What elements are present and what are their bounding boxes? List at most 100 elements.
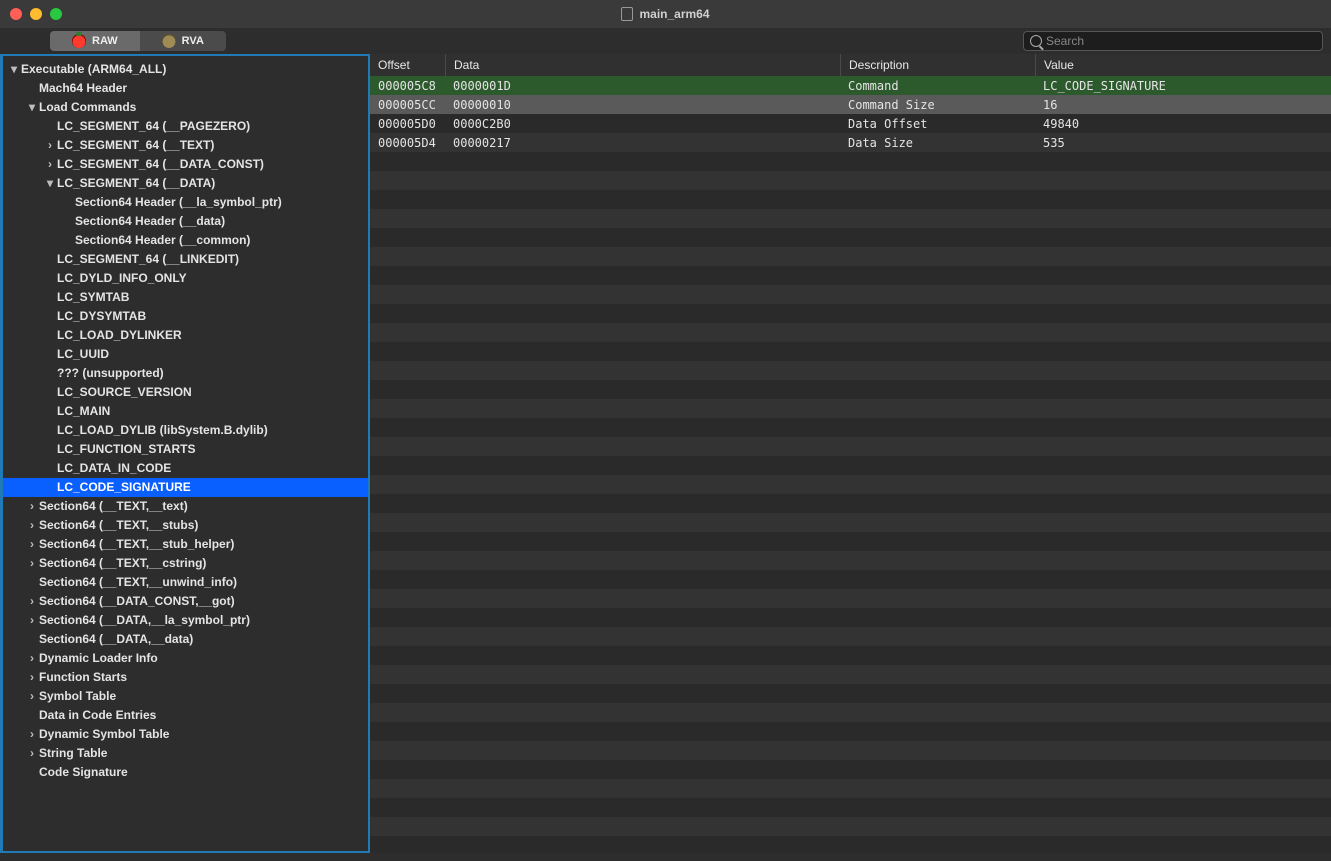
empty-row [370,285,1331,304]
chevron-right-icon[interactable]: › [25,554,39,573]
table-row[interactable]: 000005CC00000010Command Size16 [370,95,1331,114]
chevron-down-icon[interactable]: ▾ [25,98,39,117]
table-row[interactable]: 000005C80000001DCommandLC_CODE_SIGNATURE [370,76,1331,95]
tree-item-label: LC_DYLD_INFO_ONLY [57,269,187,288]
search-input[interactable] [1046,34,1316,48]
tree-item-label: Section64 (__TEXT,__stubs) [39,516,198,535]
tree-item[interactable]: ▾Section64 Header (__la_symbol_ptr) [3,193,368,212]
tree-item[interactable]: ›Section64 (__DATA_CONST,__got) [3,592,368,611]
empty-row [370,209,1331,228]
tree-item[interactable]: ▾LC_DYLD_INFO_ONLY [3,269,368,288]
tree-item[interactable]: ▾Code Signature [3,763,368,782]
tree-item-label: LC_SYMTAB [57,288,129,307]
chevron-right-icon[interactable]: › [43,136,57,155]
rva-view-button[interactable]: RVA [140,31,226,51]
tree-item[interactable]: ›LC_SEGMENT_64 (__DATA_CONST) [3,155,368,174]
cell-desc: Data Offset [840,117,1035,131]
tree-item[interactable]: ▾Mach64 Header [3,79,368,98]
tree-item-label: String Table [39,744,107,763]
empty-row [370,361,1331,380]
tree-item[interactable]: ▾??? (unsupported) [3,364,368,383]
tree-item[interactable]: ▾LC_SYMTAB [3,288,368,307]
empty-row [370,646,1331,665]
empty-row [370,779,1331,798]
tree-item-label: LC_CODE_SIGNATURE [57,478,191,497]
tree-item[interactable]: ▾LC_DATA_IN_CODE [3,459,368,478]
zoom-icon[interactable] [50,8,62,20]
tree-item[interactable]: ›Symbol Table [3,687,368,706]
structure-tree: ▾Executable (ARM64_ALL)▾Mach64 Header▾Lo… [3,60,368,782]
chevron-right-icon[interactable]: › [25,668,39,687]
tree-item[interactable]: ›Section64 (__TEXT,__cstring) [3,554,368,573]
main-split: ▾Executable (ARM64_ALL)▾Mach64 Header▾Lo… [0,54,1331,853]
chevron-right-icon[interactable]: › [25,497,39,516]
tree-item[interactable]: ›Section64 (__TEXT,__stubs) [3,516,368,535]
tree-item[interactable]: ›Section64 (__TEXT,__stub_helper) [3,535,368,554]
tree-item[interactable]: ›LC_SEGMENT_64 (__TEXT) [3,136,368,155]
cell-data: 00000010 [445,98,840,112]
chevron-right-icon[interactable]: › [43,155,57,174]
tree-item-label: Section64 (__TEXT,__cstring) [39,554,206,573]
empty-row [370,532,1331,551]
empty-row [370,342,1331,361]
rva-icon [162,34,176,48]
col-value[interactable]: Value [1035,54,1331,76]
table-row[interactable]: 000005D400000217Data Size535 [370,133,1331,152]
chevron-right-icon[interactable]: › [25,744,39,763]
empty-row [370,475,1331,494]
tree-item[interactable]: ›String Table [3,744,368,763]
chevron-right-icon[interactable]: › [25,611,39,630]
chevron-down-icon[interactable]: ▾ [7,60,21,79]
tree-item[interactable]: ▾LC_CODE_SIGNATURE [3,478,368,497]
tree-item[interactable]: ▾Section64 Header (__common) [3,231,368,250]
tree-item[interactable]: ▾LC_SEGMENT_64 (__PAGEZERO) [3,117,368,136]
view-mode-segment: RAW RVA [50,31,226,51]
raw-view-button[interactable]: RAW [50,31,140,51]
tree-item[interactable]: ▾Executable (ARM64_ALL) [3,60,368,79]
close-icon[interactable] [10,8,22,20]
tree-item[interactable]: ›Section64 (__TEXT,__text) [3,497,368,516]
tree-item[interactable]: ▾LC_LOAD_DYLINKER [3,326,368,345]
chevron-right-icon[interactable]: › [25,535,39,554]
tree-item[interactable]: ›Dynamic Symbol Table [3,725,368,744]
tree-item-label: LC_SEGMENT_64 (__TEXT) [57,136,214,155]
tree-item[interactable]: ›Function Starts [3,668,368,687]
tree-item-label: Data in Code Entries [39,706,156,725]
search-icon [1030,35,1042,47]
col-description[interactable]: Description [840,54,1035,76]
tree-item[interactable]: ▾Section64 Header (__data) [3,212,368,231]
tree-item[interactable]: ›Dynamic Loader Info [3,649,368,668]
tree-item[interactable]: ▾LC_LOAD_DYLIB (libSystem.B.dylib) [3,421,368,440]
table-row[interactable]: 000005D00000C2B0Data Offset49840 [370,114,1331,133]
tree-item[interactable]: ▾LC_MAIN [3,402,368,421]
empty-row [370,304,1331,323]
tree-item[interactable]: ▾Load Commands [3,98,368,117]
tree-sidebar[interactable]: ▾Executable (ARM64_ALL)▾Mach64 Header▾Lo… [0,54,370,853]
tree-item[interactable]: ▾LC_SOURCE_VERSION [3,383,368,402]
col-offset[interactable]: Offset [370,54,445,76]
chevron-down-icon[interactable]: ▾ [43,174,57,193]
tree-item[interactable]: ▾LC_SEGMENT_64 (__DATA) [3,174,368,193]
chevron-right-icon[interactable]: › [25,516,39,535]
tree-item-label: LC_SOURCE_VERSION [57,383,192,402]
empty-row [370,760,1331,779]
empty-row [370,456,1331,475]
tree-item-label: LC_UUID [57,345,109,364]
col-data[interactable]: Data [445,54,840,76]
tree-item[interactable]: ▾LC_UUID [3,345,368,364]
tree-item[interactable]: ▾LC_SEGMENT_64 (__LINKEDIT) [3,250,368,269]
search-field[interactable] [1023,31,1323,51]
chevron-right-icon[interactable]: › [25,725,39,744]
tree-item[interactable]: ▾Data in Code Entries [3,706,368,725]
tree-item-label: LC_SEGMENT_64 (__PAGEZERO) [57,117,250,136]
tree-item[interactable]: ▾Section64 (__TEXT,__unwind_info) [3,573,368,592]
tree-item[interactable]: ▾Section64 (__DATA,__data) [3,630,368,649]
minimize-icon[interactable] [30,8,42,20]
chevron-right-icon[interactable]: › [25,687,39,706]
chevron-right-icon[interactable]: › [25,592,39,611]
chevron-right-icon[interactable]: › [25,649,39,668]
tree-item[interactable]: ▾LC_FUNCTION_STARTS [3,440,368,459]
tree-item[interactable]: ›Section64 (__DATA,__la_symbol_ptr) [3,611,368,630]
tree-item[interactable]: ▾LC_DYSYMTAB [3,307,368,326]
table-body[interactable]: 000005C80000001DCommandLC_CODE_SIGNATURE… [370,76,1331,853]
